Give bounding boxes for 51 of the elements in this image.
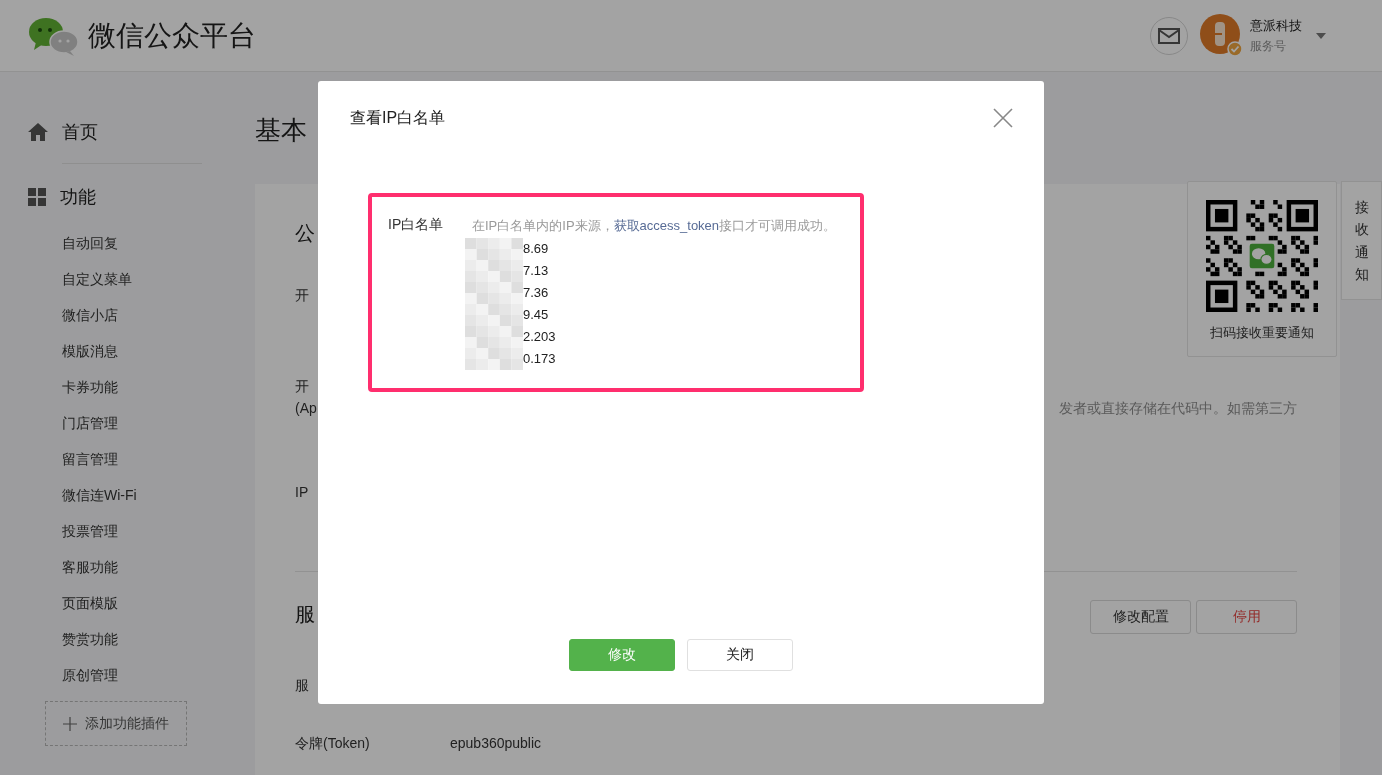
field-label: 令牌(Token) — [295, 734, 371, 753]
caret-icon[interactable] — [1316, 32, 1326, 39]
close-icon[interactable] — [992, 107, 1014, 129]
notice-tab[interactable]: 接收通知 — [1341, 181, 1382, 300]
sidebar-item[interactable]: 卡券功能 — [62, 369, 255, 405]
field-value: 发者或直接存储在代码中。如需第三方 — [1058, 399, 1297, 418]
dialog-button[interactable]: 关闭 — [687, 639, 793, 671]
avatar-icon[interactable] — [1200, 13, 1244, 58]
section-heading: 服 — [295, 602, 315, 627]
ip-address: 8.69 — [523, 240, 550, 258]
sidebar-item[interactable]: 赞赏功能 — [62, 621, 255, 657]
home-icon — [28, 123, 48, 141]
platform-title: 微信公众平台 — [88, 18, 256, 53]
sidebar-item[interactable]: 自定义菜单 — [62, 261, 255, 297]
field-label: 开 — [295, 286, 310, 305]
ip-address: 0.173 — [523, 350, 556, 368]
sidebar-section: 功能 — [60, 185, 96, 209]
ip-address: 9.45 — [523, 306, 550, 324]
sidebar-item[interactable]: 微信小店 — [62, 297, 255, 333]
plus-icon — [63, 716, 77, 731]
sidebar-item[interactable]: 投票管理 — [62, 513, 255, 549]
ip-address: 7.13 — [523, 262, 550, 280]
sidebar-item[interactable]: 客服功能 — [62, 549, 255, 585]
sidebar-item[interactable]: 微信连Wi-Fi — [62, 477, 255, 513]
field-label: 开 — [295, 377, 310, 396]
sidebar-item[interactable]: 留言管理 — [62, 441, 255, 477]
sidebar-item[interactable]: 首页 — [62, 120, 98, 144]
add-plugin-button[interactable]: 添加功能插件 — [45, 701, 187, 746]
ip-address: 7.36 — [523, 284, 550, 302]
grid-icon — [28, 188, 46, 206]
config-button[interactable]: 停用 — [1196, 600, 1297, 634]
page-title: 基本 — [255, 114, 307, 147]
ip-address: 2.203 — [523, 328, 556, 346]
account-type: 服务号 — [1250, 37, 1287, 55]
qr-caption: 扫码接收重要通知 — [1210, 324, 1314, 342]
access-token-link[interactable]: 获取access_token — [613, 218, 720, 233]
sidebar-item[interactable]: 模版消息 — [62, 333, 255, 369]
field-value: epub360public — [450, 734, 543, 753]
sidebar-item[interactable]: 页面模版 — [62, 585, 255, 621]
account-name: 意派科技 — [1250, 16, 1302, 35]
field-label: IP — [295, 483, 310, 502]
field-hint: 在IP白名单内的IP来源，获取access_token接口才可调用成功。 — [472, 217, 837, 235]
sidebar-item[interactable]: 自动回复 — [62, 225, 255, 261]
field-label: 服 — [295, 676, 310, 695]
config-button[interactable]: 修改配置 — [1090, 600, 1191, 634]
dialog-title: 查看IP白名单 — [350, 107, 446, 128]
section-heading: 公 — [295, 221, 315, 246]
sidebar-item[interactable]: 原创管理 — [62, 657, 255, 693]
field-label: (Ap — [295, 399, 318, 418]
field-label: IP白名单 — [388, 216, 445, 234]
sidebar-item[interactable]: 门店管理 — [62, 405, 255, 441]
